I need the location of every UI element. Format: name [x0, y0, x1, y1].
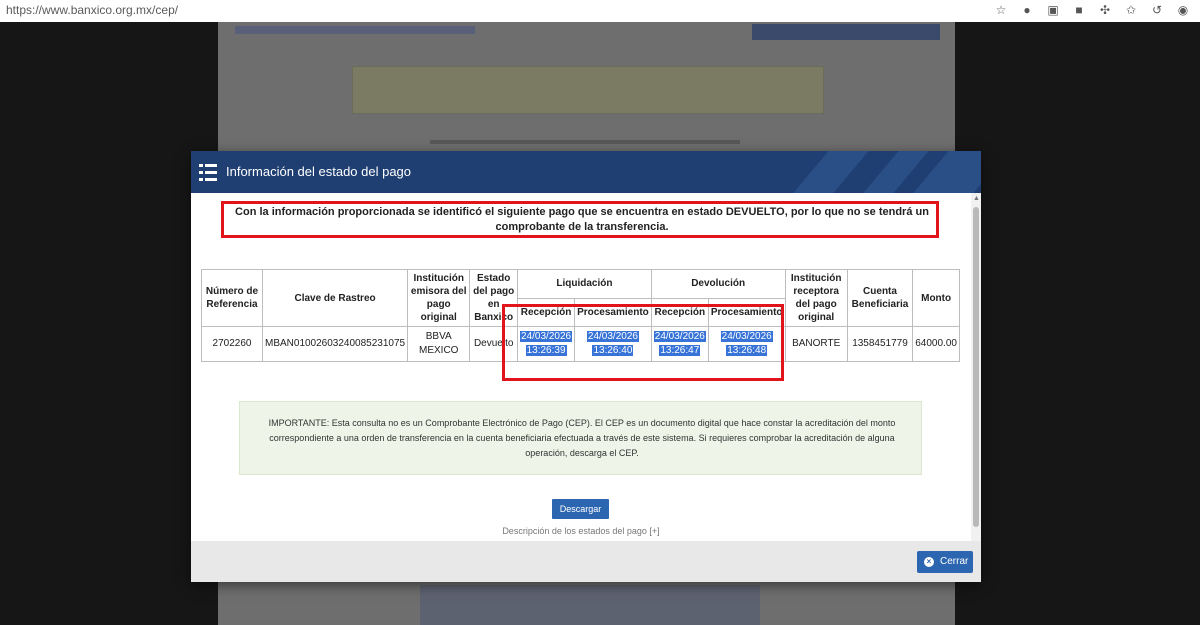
header-devolucion: Devolución: [650, 269, 786, 299]
backdrop-info-box: [352, 66, 824, 114]
header-numero: Número de Referencia: [201, 269, 263, 327]
header-stripe: [913, 151, 981, 193]
modal-body: Con la información proporcionada se iden…: [191, 193, 971, 541]
scroll-thumb[interactable]: [973, 207, 979, 527]
scroll-up-icon[interactable]: ▲: [973, 195, 980, 202]
page-backdrop-right: [955, 22, 1200, 625]
extension-icon[interactable]: ●: [1020, 2, 1034, 18]
list-icon: [199, 164, 217, 181]
modal-scrollbar[interactable]: ▲: [971, 193, 981, 541]
header-liquidacion: Liquidación: [517, 269, 652, 299]
header-monto: Monto: [912, 269, 960, 327]
close-label: Cerrar: [940, 556, 969, 567]
backdrop-button: [752, 24, 940, 40]
header-clave: Clave de Rastreo: [261, 269, 409, 327]
modal-header: Información del estado del pago: [191, 151, 981, 193]
cell-institucion-emisora: BBVA MEXICO: [407, 326, 471, 362]
cell-numero: 2702260: [201, 326, 263, 362]
important-notice: IMPORTANTE: Esta consulta no es un Compr…: [239, 401, 922, 475]
download-button[interactable]: Descargar: [552, 499, 609, 519]
backdrop-footer: [420, 585, 760, 625]
cell-monto: 64000.00: [912, 326, 960, 362]
alert-message: Con la información proporcionada se iden…: [235, 206, 929, 233]
cell-institucion-receptora: BANORTE: [784, 326, 848, 362]
puzzle-icon[interactable]: ✣: [1098, 2, 1112, 18]
favorites-icon[interactable]: ✩: [1124, 2, 1138, 18]
page-backdrop-left: [0, 22, 218, 625]
close-icon: ×: [924, 557, 934, 567]
payment-status-modal: Información del estado del pago Con la i…: [191, 151, 981, 582]
important-text: IMPORTANTE: Esta consulta no es un Compr…: [268, 418, 896, 458]
header-cuenta: Cuenta Beneficiaria: [846, 269, 914, 327]
modal-footer: × Cerrar: [191, 541, 981, 582]
history-icon[interactable]: ↺: [1150, 2, 1164, 18]
shield-icon[interactable]: ■: [1072, 2, 1086, 18]
browser-toolbar: https://www.banxico.org.mx/cep/ ☆ ● ▣ ■ …: [0, 0, 1200, 23]
modal-title: Información del estado del pago: [226, 164, 412, 179]
star-icon[interactable]: ☆: [994, 2, 1008, 18]
cell-cuenta: 1358451779: [846, 326, 914, 362]
address-bar[interactable]: https://www.banxico.org.mx/cep/: [6, 3, 178, 17]
header-institucion-emisora: Institución emisora del pago original: [407, 269, 471, 327]
backdrop-text-line: [430, 140, 740, 144]
save-icon[interactable]: ▣: [1046, 2, 1060, 18]
payment-states-link[interactable]: Descripción de los estados del pago [+]: [491, 526, 671, 536]
backdrop-heading: [235, 26, 475, 34]
cell-clave: MBAN01002603240085231075: [261, 326, 409, 362]
close-button[interactable]: × Cerrar: [917, 551, 973, 573]
header-stripe: [793, 151, 869, 193]
toolbar-icons: ☆ ● ▣ ■ ✣ ✩ ↺ ◉: [994, 2, 1190, 18]
profile-avatar-icon[interactable]: ◉: [1176, 2, 1190, 18]
header-institucion-receptora: Institución receptora del pago original: [784, 269, 848, 327]
dates-highlight-box: [502, 304, 784, 381]
